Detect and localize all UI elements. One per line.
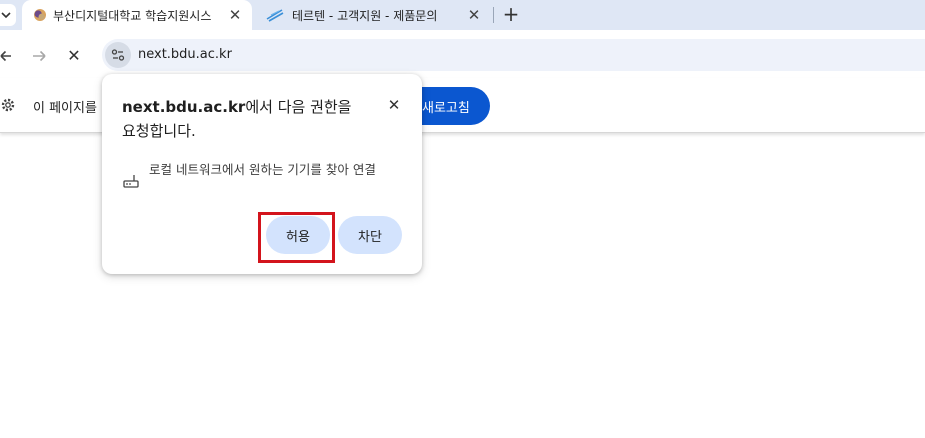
address-bar[interactable]: next.bdu.ac.kr — [102, 39, 925, 71]
chevron-down-icon — [1, 12, 11, 19]
new-tab-button[interactable]: + — [501, 2, 521, 26]
router-icon — [123, 175, 139, 188]
info-bar-message: 이 페이지를 — [33, 101, 97, 116]
tab-search-button[interactable] — [0, 4, 16, 26]
tab-title: 테르텐 - 고객지원 - 제품문의 — [292, 9, 438, 23]
tab-strip: 부산디지털대학교 학습지원시스 ✕ 테르텐 - 고객지원 - 제품문의 ✕ + — [0, 0, 925, 30]
dialog-title-rest: 에서 다음 권한을 — [245, 98, 352, 116]
tab-bdu[interactable]: 부산디지털대학교 학습지원시스 ✕ — [22, 0, 252, 30]
tab-title: 부산디지털대학교 학습지원시스 — [53, 9, 212, 23]
site-info-button[interactable] — [105, 42, 131, 68]
tab-close-icon[interactable]: ✕ — [227, 6, 243, 24]
dialog-origin: next.bdu.ac.kr — [122, 98, 246, 116]
permission-text: 로컬 네트워크에서 원하는 기기를 찾아 연결 — [149, 162, 376, 177]
block-button[interactable]: 차단 — [338, 216, 402, 254]
block-button-label: 차단 — [358, 229, 382, 245]
tune-icon — [111, 49, 125, 61]
dialog-title: next.bdu.ac.kr에서 다음 권한을 요청합니다. — [122, 95, 372, 143]
site-favicon-icon — [266, 9, 284, 22]
dialog-close-button[interactable]: ✕ — [385, 95, 403, 115]
reload-button-label: 새로고침 — [422, 101, 470, 116]
gear-icon — [1, 98, 15, 112]
forward-arrow-icon[interactable] — [31, 48, 47, 64]
stop-loading-button[interactable]: ✕ — [66, 46, 82, 66]
tab-close-icon[interactable]: ✕ — [466, 6, 482, 24]
allow-button-highlight — [258, 212, 335, 263]
permission-dialog: next.bdu.ac.kr에서 다음 권한을 요청합니다. ✕ 로컬 네트워크… — [102, 74, 422, 274]
site-favicon-icon — [34, 9, 46, 21]
toolbar: ✕ next.bdu.ac.kr — [0, 30, 925, 78]
url-text: next.bdu.ac.kr — [138, 47, 232, 62]
tab-divider — [493, 7, 494, 23]
tab-terten[interactable]: 테르텐 - 고객지원 - 제품문의 ✕ — [256, 0, 492, 30]
dialog-title-line2: 요청합니다. — [122, 122, 196, 140]
back-arrow-icon[interactable] — [0, 48, 14, 64]
